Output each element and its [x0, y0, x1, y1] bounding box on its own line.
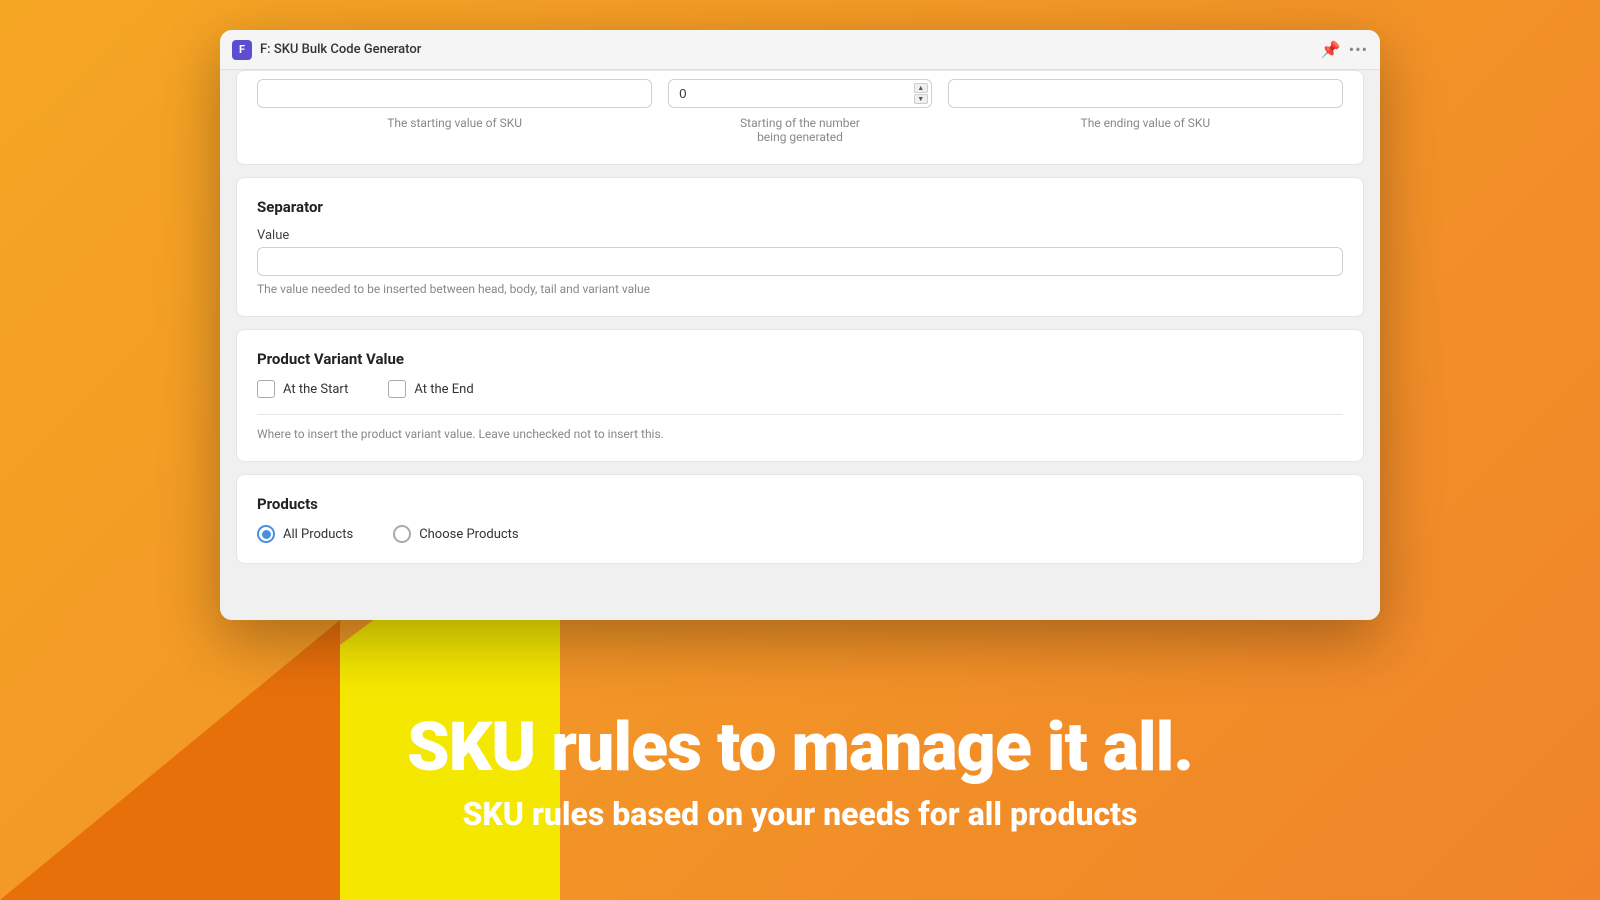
- number-start-input[interactable]: [668, 79, 932, 108]
- separator-hint: The value needed to be inserted between …: [257, 282, 1343, 296]
- all-products-radio[interactable]: [257, 525, 275, 543]
- product-variant-options: At the Start At the End: [257, 380, 1343, 398]
- at-end-checkbox[interactable]: [388, 380, 406, 398]
- pin-icon[interactable]: 📌: [1321, 40, 1341, 59]
- separator-card: Separator Value The value needed to be i…: [236, 177, 1364, 317]
- variant-divider: [257, 414, 1343, 415]
- separator-title: Separator: [257, 198, 1343, 216]
- main-content: The starting value of SKU ▲ ▼ Starting o…: [220, 70, 1380, 620]
- at-end-label: At the End: [414, 382, 473, 397]
- title-bar-actions: 📌 •••: [1321, 40, 1368, 59]
- starting-number-card: The starting value of SKU ▲ ▼ Starting o…: [236, 70, 1364, 165]
- spinner-up[interactable]: ▲: [914, 83, 928, 93]
- number-spinners: ▲ ▼: [914, 83, 928, 104]
- number-start-wrapper: ▲ ▼: [668, 79, 932, 108]
- all-products-label: All Products: [283, 527, 353, 542]
- title-bar: F F: SKU Bulk Code Generator 📌 •••: [220, 30, 1380, 70]
- choose-products-radio[interactable]: [393, 525, 411, 543]
- product-variant-title: Product Variant Value: [257, 350, 1343, 368]
- subheadline: SKU rules based on your needs for all pr…: [463, 795, 1138, 833]
- separator-value-label: Value: [257, 228, 1343, 243]
- sku-start-input[interactable]: [257, 79, 652, 108]
- spinner-down[interactable]: ▼: [914, 94, 928, 104]
- app-window: F F: SKU Bulk Code Generator 📌 ••• The s…: [220, 30, 1380, 620]
- more-options-icon[interactable]: •••: [1349, 40, 1368, 59]
- number-start-field-group: ▲ ▼ Starting of the number being generat…: [668, 79, 932, 144]
- app-icon: F: [232, 40, 252, 60]
- choose-products-label: Choose Products: [419, 527, 518, 542]
- at-end-option[interactable]: At the End: [388, 380, 473, 398]
- sku-end-description: The ending value of SKU: [948, 116, 1343, 130]
- at-start-checkbox[interactable]: [257, 380, 275, 398]
- products-title: Products: [257, 495, 1343, 513]
- product-variant-card: Product Variant Value At the Start At th…: [236, 329, 1364, 462]
- at-start-option[interactable]: At the Start: [257, 380, 348, 398]
- all-products-option[interactable]: All Products: [257, 525, 353, 543]
- number-start-description: Starting of the number being generated: [668, 116, 932, 144]
- bottom-text-area: SKU rules to manage it all. SKU rules ba…: [0, 640, 1600, 900]
- separator-input[interactable]: [257, 247, 1343, 276]
- at-start-label: At the Start: [283, 382, 348, 397]
- headline: SKU rules to manage it all.: [407, 707, 1193, 787]
- sku-start-field-group: The starting value of SKU: [257, 79, 652, 130]
- sku-start-description: The starting value of SKU: [257, 116, 652, 130]
- window-title: F: SKU Bulk Code Generator: [260, 42, 1313, 57]
- products-card: Products All Products Choose Products: [236, 474, 1364, 564]
- product-variant-hint: Where to insert the product variant valu…: [257, 427, 1343, 441]
- products-options: All Products Choose Products: [257, 525, 1343, 543]
- sku-end-field-group: The ending value of SKU: [948, 79, 1343, 130]
- sku-end-input[interactable]: [948, 79, 1343, 108]
- choose-products-option[interactable]: Choose Products: [393, 525, 518, 543]
